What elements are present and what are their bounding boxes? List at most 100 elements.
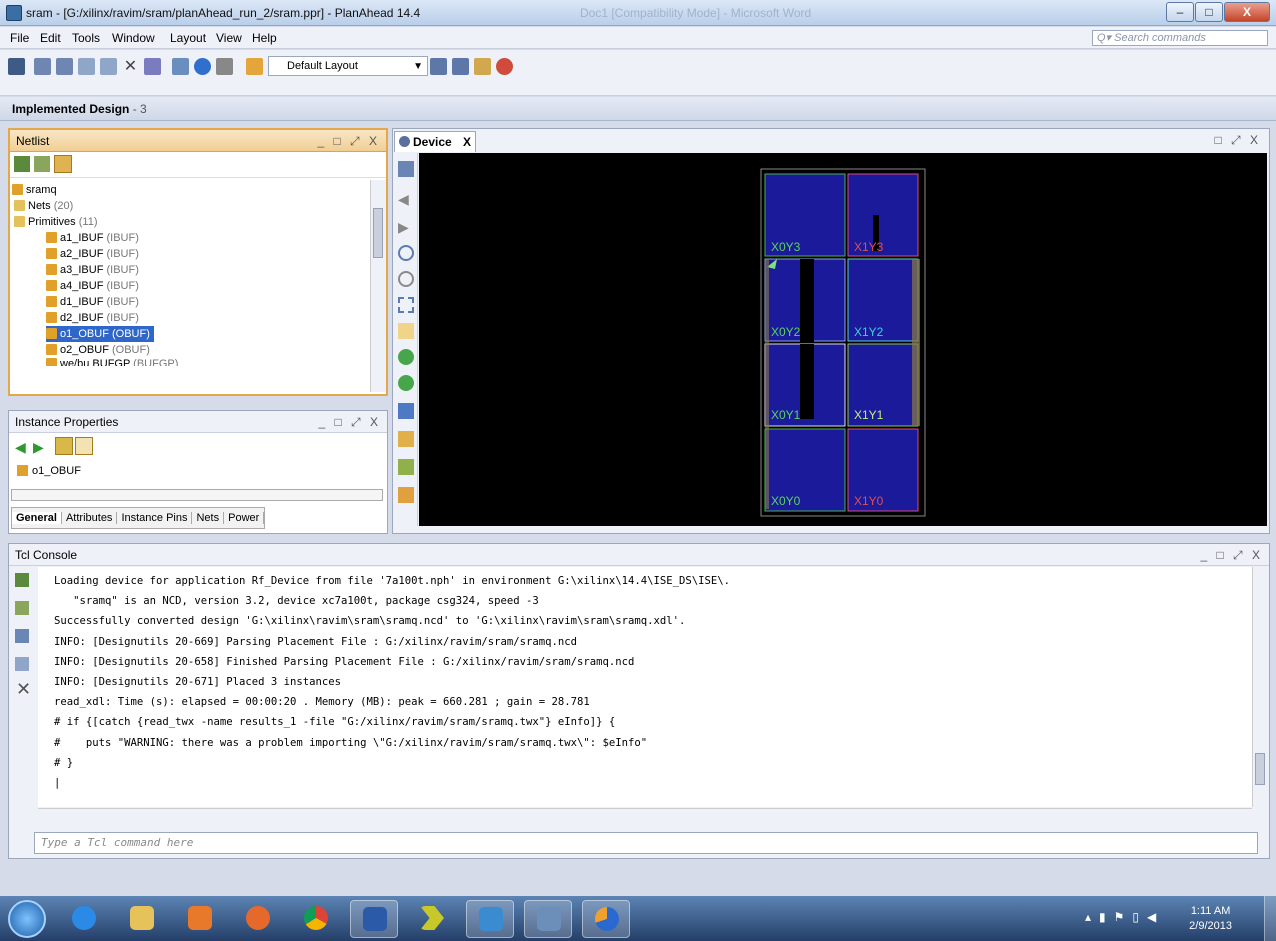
netlist-scrollbar[interactable] xyxy=(370,180,386,392)
run-icon[interactable] xyxy=(246,58,263,75)
forward-arrow-icon[interactable]: ▶ xyxy=(33,439,44,456)
zoom-fit-icon[interactable] xyxy=(398,297,414,313)
expand-all-icon[interactable] xyxy=(15,601,29,615)
routing-icon[interactable] xyxy=(398,431,414,447)
menu-edit[interactable]: Edit xyxy=(36,31,65,45)
marker-icon[interactable] xyxy=(430,58,447,75)
tab-nets[interactable]: Nets xyxy=(192,512,225,524)
taskbar-chrome[interactable] xyxy=(292,900,340,938)
back-arrow-icon[interactable]: ◀ xyxy=(398,191,414,207)
save-icon[interactable] xyxy=(8,58,25,75)
sync-selection-icon[interactable] xyxy=(55,437,73,455)
collapse-all-icon[interactable] xyxy=(14,156,30,172)
help-icon[interactable] xyxy=(496,58,513,75)
menu-tools[interactable]: Tools xyxy=(68,31,104,45)
device-tab-close[interactable]: X xyxy=(463,135,471,149)
show-desktop-button[interactable] xyxy=(1264,896,1276,941)
clock-region-icon[interactable] xyxy=(398,459,414,475)
select-icon[interactable] xyxy=(398,323,414,339)
battery-icon[interactable]: ▯ xyxy=(1132,910,1147,924)
tab-general[interactable]: General xyxy=(12,512,62,524)
menu-layout[interactable]: Layout xyxy=(166,31,210,45)
tree-primitives[interactable]: Primitives (11) xyxy=(14,214,97,230)
zoom-in-icon[interactable] xyxy=(398,245,414,261)
list-item[interactable]: a3_IBUF (IBUF) xyxy=(46,262,139,278)
network-icon[interactable]: ▮ xyxy=(1099,910,1114,924)
device-canvas[interactable]: X0Y3 X1Y3 X0Y2 X1Y2 X0Y1 X1Y1 X0Y0 X1Y0 xyxy=(419,153,1267,526)
search-commands-input[interactable]: Q▾ Search commands xyxy=(1092,30,1268,46)
tray-expand-icon[interactable]: ▴ xyxy=(1085,910,1099,924)
list-item-selected[interactable]: o1_OBUF (OBUF) xyxy=(46,326,154,342)
list-item[interactable]: a4_IBUF (IBUF) xyxy=(46,278,139,294)
taskbar-planahead[interactable] xyxy=(582,900,630,938)
tab-device[interactable]: Device X xyxy=(394,131,476,152)
collapse-all-icon[interactable] xyxy=(15,573,29,587)
console-vertical-scrollbar[interactable] xyxy=(1252,567,1268,807)
netlist-window-controls[interactable]: _ □ ⤢ X xyxy=(317,130,380,152)
flag-icon[interactable]: ⚑ xyxy=(1114,910,1133,924)
scrollbar-thumb[interactable] xyxy=(373,208,383,258)
tcl-command-input[interactable]: Type a Tcl command here xyxy=(34,832,1258,854)
io-planning-icon[interactable] xyxy=(398,487,414,503)
console-horizontal-scrollbar[interactable] xyxy=(38,808,1252,824)
find-icon[interactable] xyxy=(15,629,29,643)
copy-icon[interactable] xyxy=(15,657,29,671)
tab-attributes[interactable]: Attributes xyxy=(61,512,118,524)
start-button[interactable] xyxy=(8,900,46,938)
taskbar-word[interactable] xyxy=(350,900,398,938)
zoom-out-icon[interactable] xyxy=(398,271,414,287)
device-window-controls[interactable]: □ ⤢ X xyxy=(1214,133,1261,148)
taskbar-app[interactable] xyxy=(466,900,514,938)
volume-icon[interactable]: ◀ xyxy=(1147,910,1164,924)
add-pblock-icon[interactable] xyxy=(398,403,414,419)
clear-icon[interactable]: ✕ xyxy=(16,679,31,700)
expand-icon[interactable] xyxy=(398,349,414,365)
expand-all-icon[interactable] xyxy=(34,156,50,172)
taskbar-ie[interactable] xyxy=(60,900,108,938)
tree-root[interactable]: sramq xyxy=(12,182,57,198)
check-icon[interactable] xyxy=(194,58,211,75)
menu-file[interactable]: File xyxy=(6,31,33,45)
taskbar-media[interactable] xyxy=(176,900,224,938)
fit-selection-icon[interactable] xyxy=(398,161,414,177)
tab-instance-pins[interactable]: Instance Pins xyxy=(117,512,193,524)
tab-power[interactable]: Power xyxy=(224,512,265,524)
tree-nets[interactable]: Nets (20) xyxy=(14,198,73,214)
route-icon[interactable] xyxy=(474,58,491,75)
maximize-button[interactable]: □ xyxy=(1195,2,1223,22)
properties-scrollbar[interactable] xyxy=(11,489,383,501)
list-item[interactable]: we/bu BUFGP (BUFGP) xyxy=(46,358,178,366)
paste-icon[interactable] xyxy=(100,58,117,75)
taskbar-explorer[interactable] xyxy=(118,900,166,938)
show-hierarchy-icon[interactable] xyxy=(54,155,72,173)
pointer-icon[interactable] xyxy=(75,437,93,455)
list-item[interactable]: o2_OBUF (OBUF) xyxy=(46,342,150,358)
delete-icon[interactable]: ✕ xyxy=(122,58,139,75)
menu-window[interactable]: Window xyxy=(108,31,159,45)
properties-icon[interactable] xyxy=(144,58,161,75)
scrollbar-thumb[interactable] xyxy=(1255,753,1265,785)
undo-icon[interactable] xyxy=(34,58,51,75)
instance-properties-window-controls[interactable]: _ □ ⤢ X xyxy=(318,411,381,433)
highlight-icon[interactable] xyxy=(452,58,469,75)
tcl-console-window-controls[interactable]: _ □ ⤢ X xyxy=(1200,544,1263,566)
list-item[interactable]: a1_IBUF (IBUF) xyxy=(46,230,139,246)
settings-icon[interactable] xyxy=(216,58,233,75)
minimize-button[interactable]: – xyxy=(1166,2,1194,22)
layout-select[interactable]: Default Layout ▼ xyxy=(268,56,428,76)
forward-arrow-icon[interactable]: ▶ xyxy=(398,219,414,235)
list-item[interactable]: d1_IBUF (IBUF) xyxy=(46,294,139,310)
back-arrow-icon[interactable]: ◀ xyxy=(15,439,26,456)
taskbar-firefox[interactable] xyxy=(234,900,282,938)
taskbar-xilinx[interactable] xyxy=(408,900,456,938)
device-floorplan[interactable]: X0Y3 X1Y3 X0Y2 X1Y2 X0Y1 X1Y1 X0Y0 X1Y0 xyxy=(419,153,1267,526)
menu-view[interactable]: View xyxy=(212,31,246,45)
close-button[interactable]: X xyxy=(1224,2,1270,22)
copy-icon[interactable] xyxy=(78,58,95,75)
contract-icon[interactable] xyxy=(398,375,414,391)
clock[interactable]: 1:11 AM 2/9/2013 xyxy=(1189,904,1232,934)
list-item[interactable]: a2_IBUF (IBUF) xyxy=(46,246,139,262)
redo-icon[interactable] xyxy=(56,58,73,75)
taskbar-isim[interactable] xyxy=(524,900,572,938)
project-summary-icon[interactable] xyxy=(172,58,189,75)
